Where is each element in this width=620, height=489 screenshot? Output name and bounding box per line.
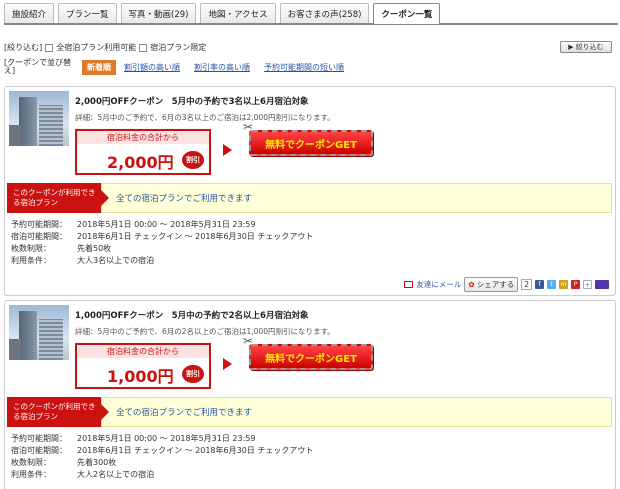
tab-coupons[interactable]: クーポン一覧 [373,3,441,24]
info-label: 宿泊可能期間： [11,446,67,455]
discount-badge: 割引 [182,365,204,383]
info-label: 宿泊可能期間： [11,232,67,241]
limited-plans-checkbox[interactable] [139,43,148,52]
info-value: 大人3名以上での宿泊 [77,256,155,265]
get-coupon-label: 無料でクーポンGET [249,130,373,156]
arrow-right-icon [223,358,232,370]
mail-icon [404,281,414,288]
get-coupon-button[interactable]: ✂ 無料でクーポンGET [243,120,375,158]
info-value: 2018年5月1日 00:00 ～ 2018年5月31日 23:59 [77,220,256,229]
mixi-icon[interactable]: m [559,280,568,289]
tab-map[interactable]: 地図・アクセス [200,3,276,23]
all-plans-checkbox[interactable] [45,43,54,52]
price-box: 宿泊料金の合計から 2,000円 割引 [75,129,211,175]
available-plans-link[interactable]: 全ての宿泊プランでご利用できます [101,183,612,213]
info-label: 枚数制限： [11,458,51,467]
info-value: 大人2名以上での宿泊 [77,470,155,479]
filter-label: [絞り込む] [4,43,43,52]
bookmark-icon[interactable] [595,280,609,289]
available-plans-link[interactable]: 全ての宿泊プランでご利用できます [101,397,612,427]
sort-discount-amount-link[interactable]: 割引額の高い順 [124,62,180,73]
all-plans-label: 全宿泊プラン利用可能 [56,43,137,52]
sort-period-link[interactable]: 予約可能期間の短い順 [264,62,344,73]
filter-bar: [絞り込む] 全宿泊プラン利用可能 宿泊プラン限定 ▶ 絞り込む [4,40,616,55]
tab-reviews[interactable]: お客さまの声(258) [279,3,370,23]
available-plans-tag: このクーポンが利用できる宿泊プラン [7,183,109,213]
coupon-card: 2,000円OFFクーポン 5月中の予約で3名以上6月宿泊対象 詳細：5月中のご… [4,86,616,296]
refine-button-label: 絞り込む [575,43,604,51]
info-label: 枚数制限： [11,244,51,253]
triangle-right-icon: ▶ [568,43,574,51]
get-coupon-label: 無料でクーポンGET [249,344,373,370]
sort-newest: 新着順 [82,59,116,75]
sort-discount-rate-link[interactable]: 割引率の高い順 [194,62,250,73]
share-bar: 友達にメール ✿ シェアする 2 f t m P + [404,277,609,292]
twitter-icon[interactable]: t [547,280,556,289]
pinterest-icon[interactable]: P [571,280,580,289]
coupon-title: 1,000円OFFクーポン 5月中の予約で2名以上6月宿泊対象 [75,311,309,321]
discount-amount: 2,000円 [107,153,174,172]
mail-friend-link[interactable]: 友達にメール [416,279,461,290]
info-label: 利用条件： [11,470,51,479]
coupon-title: 2,000円OFFクーポン 5月中の予約で3名以上6月宿泊対象 [75,97,309,107]
info-value: 2018年6月1日 チェックイン ～ 2018年6月30日 チェックアウト [77,232,314,241]
info-value: 先着300枚 [77,458,117,467]
sort-label: [クーポンで並び替え] [4,58,72,75]
tab-photos[interactable]: 写真・動画(29) [120,3,197,23]
limited-plans-label: 宿泊プラン限定 [150,43,207,52]
info-label: 予約可能期間： [11,220,67,229]
hotel-thumbnail[interactable] [9,91,69,146]
share-count: 2 [521,279,532,290]
arrow-right-icon [223,144,232,156]
tab-facility[interactable]: 施設紹介 [4,3,55,23]
plus-icon[interactable]: + [583,280,592,289]
info-label: 予約可能期間： [11,434,67,443]
sort-bar: [クーポンで並び替え] 新着順 割引額の高い順 割引率の高い順 予約可能期間の短… [4,59,616,75]
available-plans-row: このクーポンが利用できる宿泊プラン 全ての宿泊プランでご利用できます [7,183,612,213]
available-plans-row: このクーポンが利用できる宿泊プラン 全ての宿泊プランでご利用できます [7,397,612,427]
share-button[interactable]: ✿ シェアする [464,277,519,292]
info-value: 2018年6月1日 チェックイン ～ 2018年6月30日 チェックアウト [77,446,314,455]
hotel-thumbnail[interactable] [9,305,69,360]
coupon-card: 1,000円OFFクーポン 5月中の予約で2名以上6月宿泊対象 詳細：5月中のご… [4,300,616,489]
share-icon: ✿ [468,280,475,289]
get-coupon-button[interactable]: ✂ 無料でクーポンGET [243,334,375,372]
info-value: 先着50枚 [77,244,112,253]
available-plans-tag: このクーポンが利用できる宿泊プラン [7,397,109,427]
info-label: 利用条件： [11,256,51,265]
discount-badge: 割引 [182,151,204,169]
coupon-info: 予約可能期間： 2018年5月1日 00:00 ～ 2018年5月31日 23:5… [11,219,313,267]
discount-amount: 1,000円 [107,367,174,386]
info-value: 2018年5月1日 00:00 ～ 2018年5月31日 23:59 [77,434,256,443]
refine-button[interactable]: ▶ 絞り込む [560,41,612,53]
share-button-label: シェアする [476,280,515,289]
price-box: 宿泊料金の合計から 1,000円 割引 [75,343,211,389]
coupon-info: 予約可能期間： 2018年5月1日 00:00 ～ 2018年5月31日 23:5… [11,433,313,481]
price-head: 宿泊料金の合計から [77,131,209,144]
tab-bar: 施設紹介 プラン一覧 写真・動画(29) 地図・アクセス お客さまの声(258)… [4,3,618,25]
facebook-icon[interactable]: f [535,280,544,289]
tab-plans[interactable]: プラン一覧 [58,3,117,23]
price-head: 宿泊料金の合計から [77,345,209,358]
